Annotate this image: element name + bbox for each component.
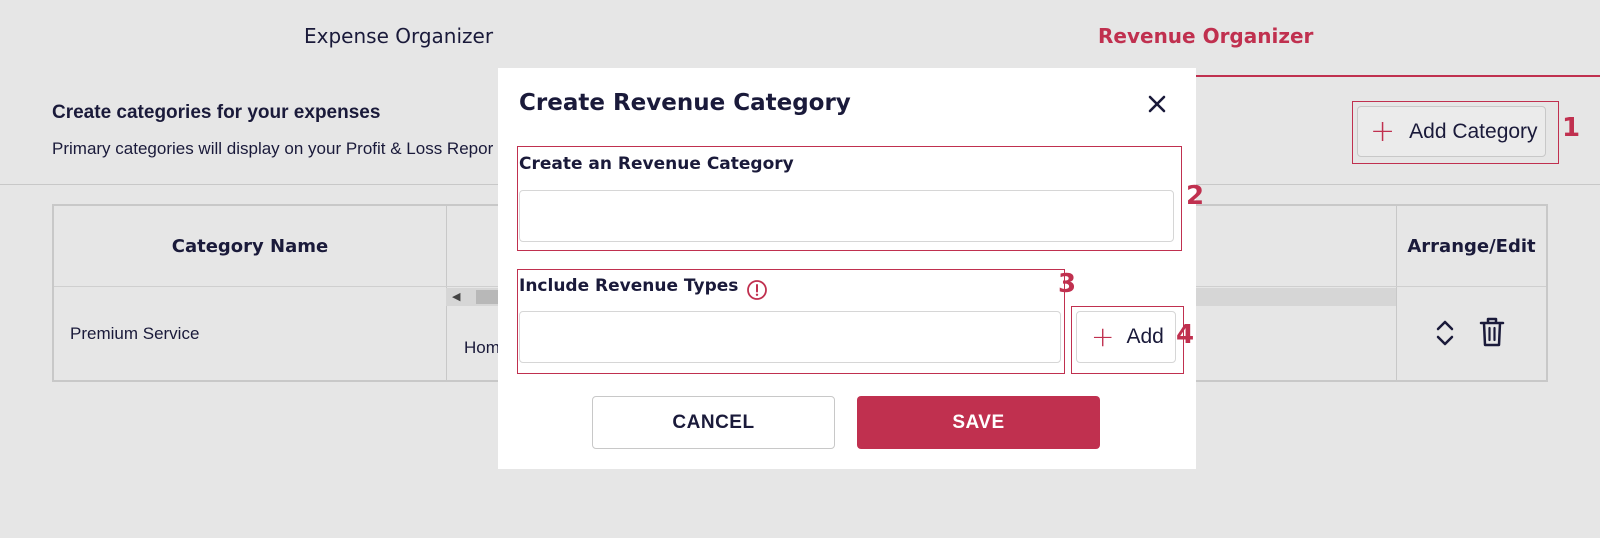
annotation-number-2: 2 xyxy=(1186,181,1205,211)
save-button[interactable]: SAVE xyxy=(857,396,1100,449)
section-subtitle: Primary categories will display on your … xyxy=(52,139,494,158)
trash-icon[interactable] xyxy=(1478,316,1506,348)
add-category-label: Add Category xyxy=(1409,119,1538,143)
create-revenue-category-modal: Create Revenue Category Create an Revenu… xyxy=(498,68,1204,469)
tab-expense-organizer[interactable]: Expense Organizer xyxy=(304,24,493,48)
close-icon[interactable] xyxy=(1145,92,1169,116)
row-category-name: Premium Service xyxy=(70,324,200,343)
category-name-input[interactable] xyxy=(519,190,1174,242)
cancel-button[interactable]: CANCEL xyxy=(592,396,835,449)
annotation-number-4: 4 xyxy=(1176,320,1195,350)
row-revenue-types: Hom xyxy=(464,338,500,357)
plus-icon: + xyxy=(1370,113,1396,149)
modal-title: Create Revenue Category xyxy=(519,90,851,116)
section-title: Create categories for your expenses xyxy=(52,102,381,123)
category-name-label: Create an Revenue Category xyxy=(519,154,794,174)
revenue-types-input[interactable] xyxy=(519,311,1061,363)
info-icon[interactable] xyxy=(746,279,768,301)
annotation-number-1: 1 xyxy=(1562,113,1581,143)
add-revenue-type-button[interactable]: + Add xyxy=(1076,311,1176,363)
add-label: Add xyxy=(1126,325,1164,348)
sort-arrows-icon[interactable] xyxy=(1434,318,1456,348)
tab-revenue-organizer[interactable]: Revenue Organizer xyxy=(1098,24,1313,48)
revenue-types-label: Include Revenue Types xyxy=(519,276,739,296)
scroll-left-icon[interactable]: ◀ xyxy=(452,290,460,303)
annotation-number-3: 3 xyxy=(1058,269,1077,299)
plus-icon: + xyxy=(1091,320,1115,353)
header-category-name: Category Name xyxy=(171,235,329,257)
header-arrange-edit: Arrange/Edit xyxy=(1407,235,1536,257)
organizer-tabs: Expense Organizer Revenue Organizer xyxy=(0,0,1600,78)
add-category-button[interactable]: + Add Category xyxy=(1357,106,1546,157)
